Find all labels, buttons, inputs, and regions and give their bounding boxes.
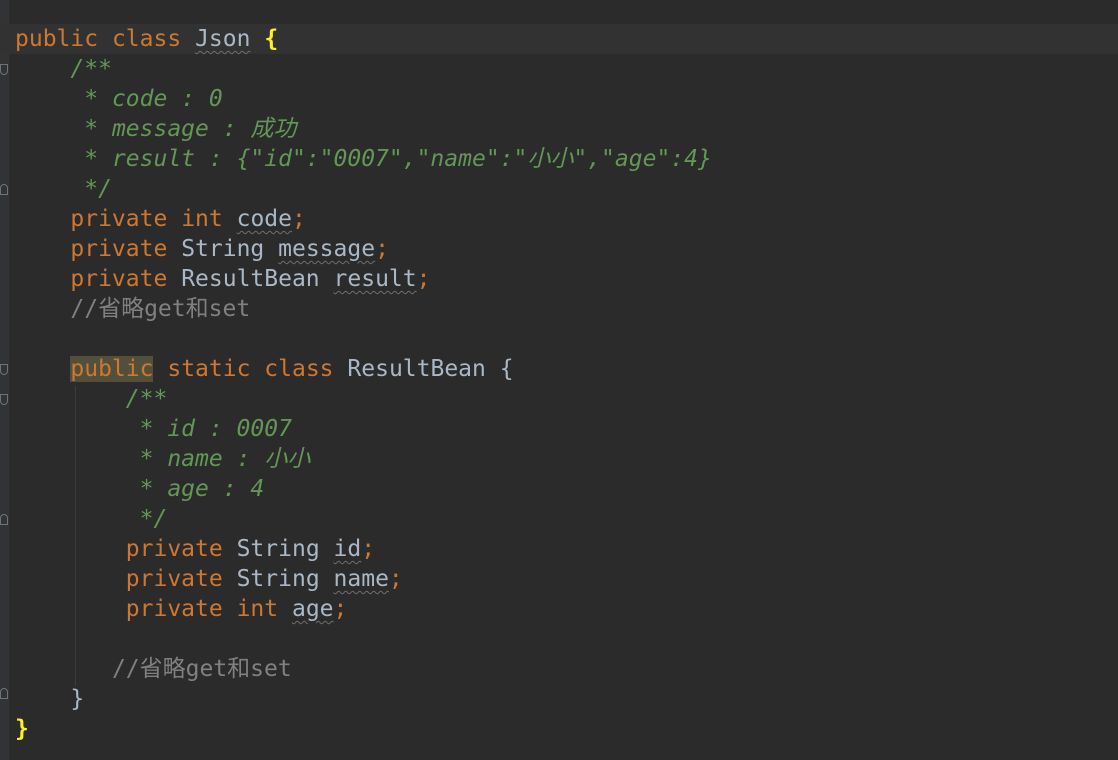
code-line: * age : 4 (0, 474, 1118, 504)
code-line: public static class ResultBean { (0, 354, 1118, 384)
code-line: * result : {"id":"0007","name":"小小","age… (0, 144, 1118, 174)
doc-comment: * message : 成功 (84, 116, 297, 142)
code-line: } (0, 684, 1118, 714)
keyword: public (15, 26, 99, 52)
code-line: private int code; (0, 204, 1118, 234)
keyword: private (125, 536, 223, 562)
type-name: ResultBean (181, 266, 320, 292)
code-line: * name : 小小 (0, 444, 1118, 474)
type-name: String (236, 566, 320, 592)
field-name: result (333, 266, 417, 292)
code-line: public class Json { (0, 24, 1118, 54)
line-comment: //省略get和set (70, 296, 251, 322)
class-name: ResultBean (347, 356, 486, 382)
code-line: private ResultBean result; (0, 264, 1118, 294)
code-line: */ (0, 174, 1118, 204)
code-line: private String id; (0, 534, 1118, 564)
code-line: * code : 0 (0, 84, 1118, 114)
doc-comment: * result : {"id":"0007","name":"小小","age… (84, 146, 712, 172)
keyword: private (125, 596, 223, 622)
doc-comment: */ (139, 506, 168, 532)
field-name: code (236, 206, 292, 232)
code-line: } (0, 714, 1118, 744)
keyword: private (70, 206, 168, 232)
code-editor[interactable]: public class Json { /** * code : 0 * mes… (0, 0, 1118, 760)
code-line: /** (0, 384, 1118, 414)
keyword: int (236, 596, 279, 622)
keyword: private (70, 236, 168, 262)
field-name: message (278, 236, 376, 262)
doc-comment: * age : 4 (139, 476, 265, 502)
keyword: class (111, 26, 182, 52)
keyword: private (125, 566, 223, 592)
semicolon: ; (375, 236, 389, 262)
code-line: private int age; (0, 594, 1118, 624)
semicolon: ; (388, 566, 403, 592)
code-line: //省略get和set (0, 654, 1118, 684)
doc-comment: * name : 小小 (139, 446, 311, 472)
keyword: static (167, 356, 251, 382)
field-name: name (333, 566, 389, 592)
brace: { (264, 26, 279, 52)
keyword: class (264, 356, 334, 382)
line-comment: //省略get和set (111, 656, 292, 682)
doc-comment: */ (84, 176, 112, 202)
code-line: private String name; (0, 564, 1118, 594)
code-line: * message : 成功 (0, 114, 1118, 144)
type-name: String (236, 536, 320, 562)
code-lines: public class Json { /** * code : 0 * mes… (0, 24, 1118, 744)
brace: } (15, 716, 29, 742)
code-line: //省略get和set (0, 294, 1118, 324)
class-name: Json (195, 26, 251, 52)
code-line: private String message; (0, 234, 1118, 264)
keyword: private (70, 266, 168, 292)
type-name: String (181, 236, 265, 262)
doc-comment: * id : 0007 (139, 416, 292, 442)
keyword: public (70, 356, 154, 382)
semicolon: ; (416, 266, 431, 292)
brace: { (499, 356, 514, 382)
doc-comment: /** (125, 386, 168, 412)
field-name: age (291, 596, 334, 622)
semicolon: ; (361, 536, 376, 562)
code-line: * id : 0007 (0, 414, 1118, 444)
doc-comment: /** (70, 56, 112, 82)
keyword: int (181, 206, 223, 232)
semicolon: ; (333, 596, 348, 622)
doc-comment: * code : 0 (84, 86, 223, 112)
brace: } (70, 686, 85, 712)
field-name: id (333, 536, 362, 562)
code-line: */ (0, 504, 1118, 534)
code-line: /** (0, 54, 1118, 84)
editor-top-strip (0, 0, 1118, 24)
semicolon: ; (291, 206, 306, 232)
